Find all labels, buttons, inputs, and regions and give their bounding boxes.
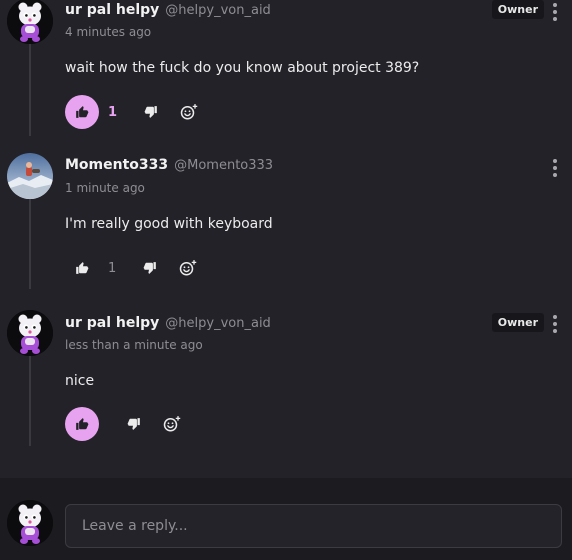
comment-actions [65, 407, 184, 441]
thumbs-up-icon [76, 418, 89, 430]
add-reaction-icon [163, 415, 181, 432]
author-name: ur pal helpy [65, 2, 160, 18]
comment-thread-page: ur pal helpy @helpy_von_aid 4 minutes ago… [0, 0, 572, 560]
reply-input[interactable] [65, 504, 562, 548]
add-reaction-button[interactable] [177, 100, 201, 124]
helpy-avatar-icon [7, 500, 53, 546]
comment-timestamp: 1 minute ago [65, 181, 145, 195]
dislike-button[interactable] [138, 256, 162, 280]
owner-badge: Owner [491, 313, 544, 332]
thread-line [29, 356, 31, 446]
author-name: Momento333 [65, 157, 169, 173]
thread-line [29, 199, 31, 289]
thread-line [29, 44, 31, 136]
comment-author[interactable]: ur pal helpy @helpy_von_aid [65, 2, 271, 18]
author-name: ur pal helpy [65, 315, 160, 331]
comment-timestamp: less than a minute ago [65, 338, 203, 352]
like-button[interactable] [65, 251, 99, 285]
like-button[interactable] [65, 407, 99, 441]
thumbs-down-icon [144, 106, 157, 118]
add-reaction-icon [180, 103, 198, 120]
add-reaction-button[interactable] [160, 412, 184, 436]
dislike-button[interactable] [122, 412, 146, 436]
comment-timestamp: 4 minutes ago [65, 25, 152, 39]
author-handle: @Momento333 [174, 158, 274, 173]
comment-author[interactable]: Momento333 @Momento333 [65, 157, 273, 173]
comment-text: I'm really good with keyboard [65, 216, 273, 232]
helpy-avatar-icon[interactable] [7, 310, 53, 356]
reply-bar [0, 478, 572, 560]
like-button[interactable] [65, 95, 99, 129]
comment-text: nice [65, 373, 95, 389]
owner-badge: Owner [491, 0, 544, 19]
add-reaction-button[interactable] [176, 256, 200, 280]
thumbs-down-icon [143, 262, 157, 274]
comment-3: ur pal helpy @helpy_von_aid less than a m… [0, 290, 572, 460]
dislike-button[interactable] [139, 100, 163, 124]
comment-2: Momento333 @Momento333 1 minute ago I'm r… [0, 140, 572, 290]
comment-actions: 1 [65, 251, 200, 285]
helpy-avatar-icon[interactable] [7, 0, 53, 44]
momento-avatar-icon[interactable] [7, 153, 53, 199]
comment-1: ur pal helpy @helpy_von_aid 4 minutes ago… [0, 0, 572, 140]
thumbs-down-icon [127, 418, 140, 430]
more-vertical-icon[interactable] [551, 315, 559, 333]
comment-actions: 1 [65, 95, 201, 129]
more-vertical-icon[interactable] [551, 3, 559, 21]
comment-author[interactable]: ur pal helpy @helpy_von_aid [65, 315, 271, 331]
more-vertical-icon[interactable] [551, 159, 559, 177]
author-handle: @helpy_von_aid [165, 316, 271, 331]
author-handle: @helpy_von_aid [165, 3, 271, 18]
comment-text: wait how the fuck do you know about proj… [65, 60, 420, 76]
thumbs-up-icon [76, 262, 89, 274]
thumbs-up-icon [76, 106, 89, 118]
add-reaction-icon [180, 259, 197, 276]
like-count: 1 [108, 260, 117, 276]
like-count: 1 [108, 104, 118, 120]
